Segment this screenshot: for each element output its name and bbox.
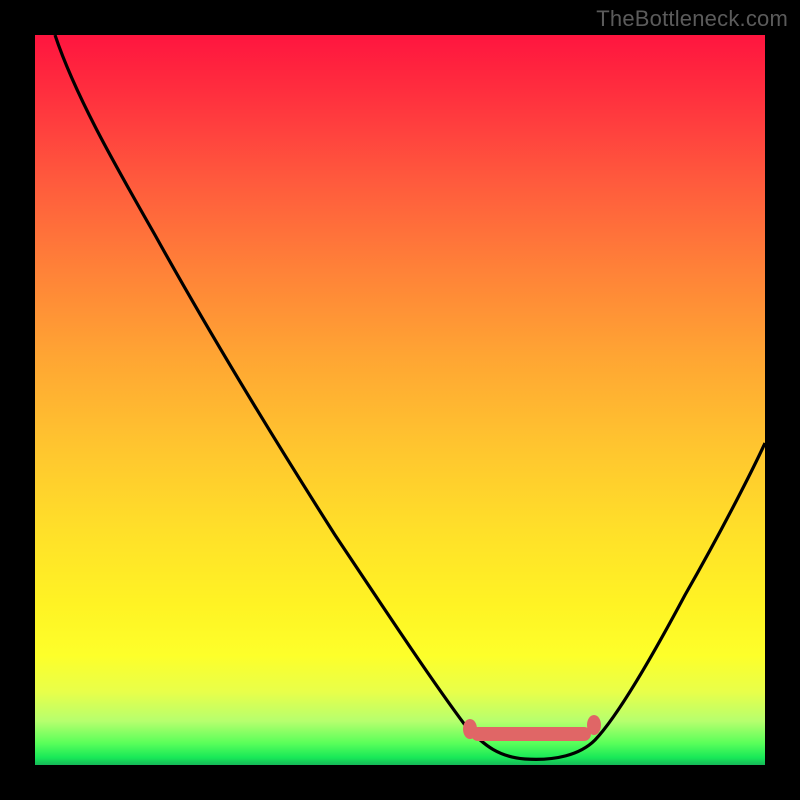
optimal-range-bar — [471, 727, 591, 741]
bottleneck-curve — [35, 35, 765, 765]
curve-path — [55, 35, 765, 759]
watermark-text: TheBottleneck.com — [596, 6, 788, 32]
optimal-marker-right — [587, 715, 601, 735]
chart-plot-area — [35, 35, 765, 765]
